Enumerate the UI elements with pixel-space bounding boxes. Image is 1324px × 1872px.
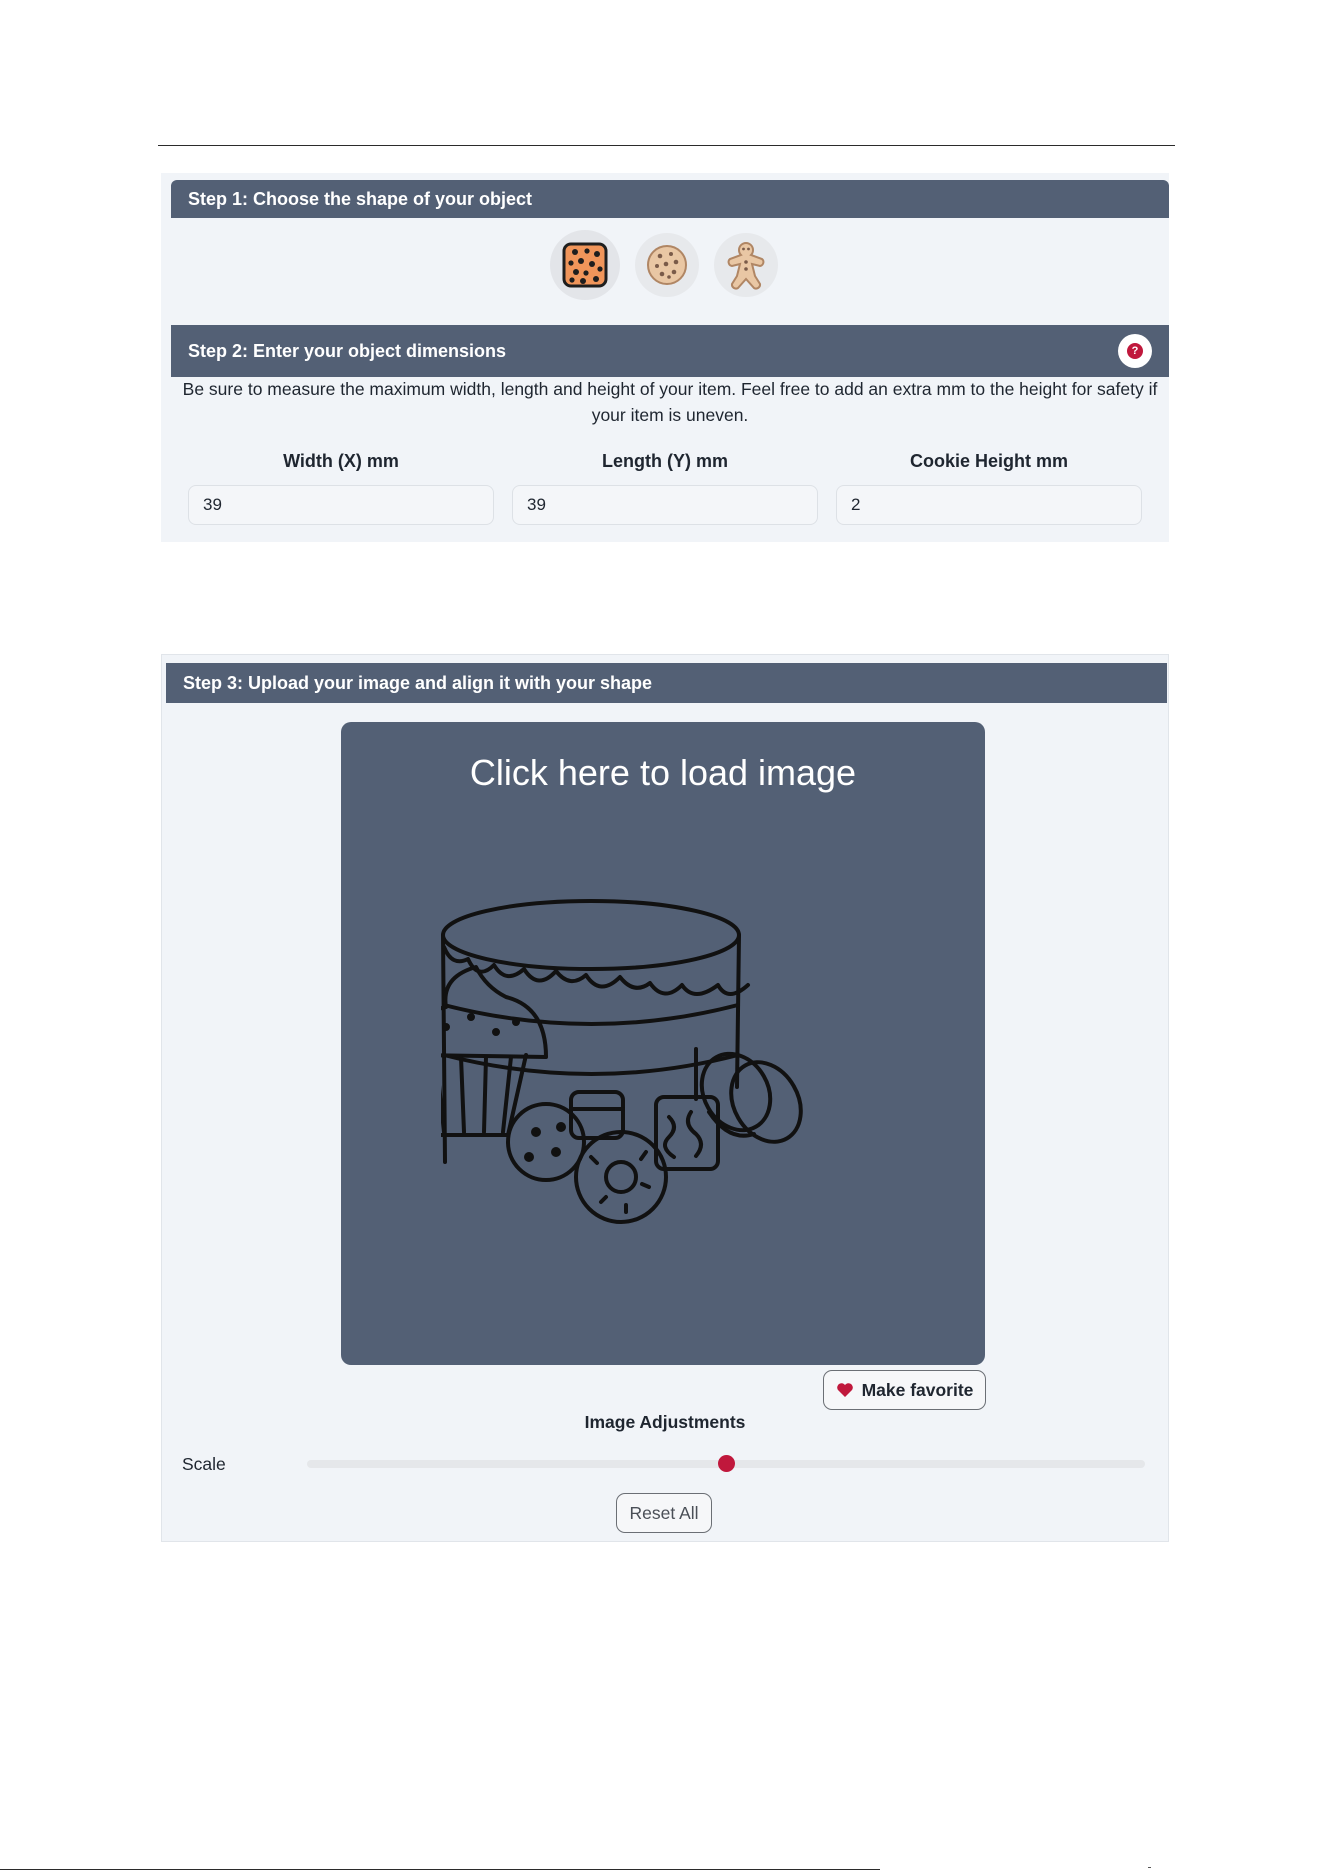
shape-round-button[interactable] (635, 233, 699, 297)
top-divider (158, 145, 1175, 146)
height-input[interactable]: 2 (836, 485, 1142, 525)
scale-slider-thumb[interactable] (717, 1455, 735, 1472)
shape-square-button[interactable] (550, 230, 620, 300)
shape-gingerbread-button[interactable] (714, 233, 778, 297)
length-field-group: Length (Y) mm 39 (512, 451, 818, 525)
width-field-group: Width (X) mm 39 (188, 451, 494, 525)
height-field-group: Cookie Height mm 2 (836, 451, 1142, 525)
help-icon: ? (1127, 343, 1143, 359)
bottom-mark (1148, 1867, 1151, 1868)
length-input[interactable]: 39 (512, 485, 818, 525)
bottom-divider (0, 1869, 880, 1870)
square-cookie-icon (562, 242, 608, 288)
step2-header: Step 2: Enter your object dimensions ? (171, 325, 1169, 377)
help-button[interactable]: ? (1118, 334, 1152, 368)
step1-header: Step 1: Choose the shape of your object (171, 180, 1169, 218)
image-upload-area[interactable]: Click here to load image (341, 722, 985, 1365)
heart-icon (836, 1383, 853, 1397)
reset-all-button[interactable]: Reset All (616, 1493, 712, 1533)
height-label: Cookie Height mm (909, 451, 1069, 471)
width-input[interactable]: 39 (188, 485, 494, 525)
step2-title: Step 2: Enter your object dimensions (188, 340, 507, 361)
image-adjustments-title: Image Adjustments (584, 1412, 746, 1432)
step3-header: Step 3: Upload your image and align it w… (166, 663, 1167, 703)
width-label: Width (X) mm (283, 451, 399, 471)
shape-and-dimensions-panel: Step 1: Choose the shape of your object (161, 173, 1169, 542)
dimension-instructions: Be sure to measure the maximum width, le… (182, 379, 1158, 425)
gingerbread-icon (727, 241, 765, 290)
length-label: Length (Y) mm (602, 451, 728, 471)
desserts-illustration-icon (441, 899, 803, 1224)
upload-prompt: Click here to load image (469, 752, 857, 793)
round-cookie-icon (647, 245, 687, 285)
make-favorite-label: Make favorite (861, 1379, 974, 1400)
scale-label: Scale (182, 1454, 226, 1474)
step3-title: Step 3: Upload your image and align it w… (183, 672, 653, 693)
step1-title: Step 1: Choose the shape of your object (188, 188, 533, 209)
make-favorite-button[interactable]: Make favorite (823, 1370, 986, 1410)
image-upload-panel: Step 3: Upload your image and align it w… (161, 654, 1169, 1542)
